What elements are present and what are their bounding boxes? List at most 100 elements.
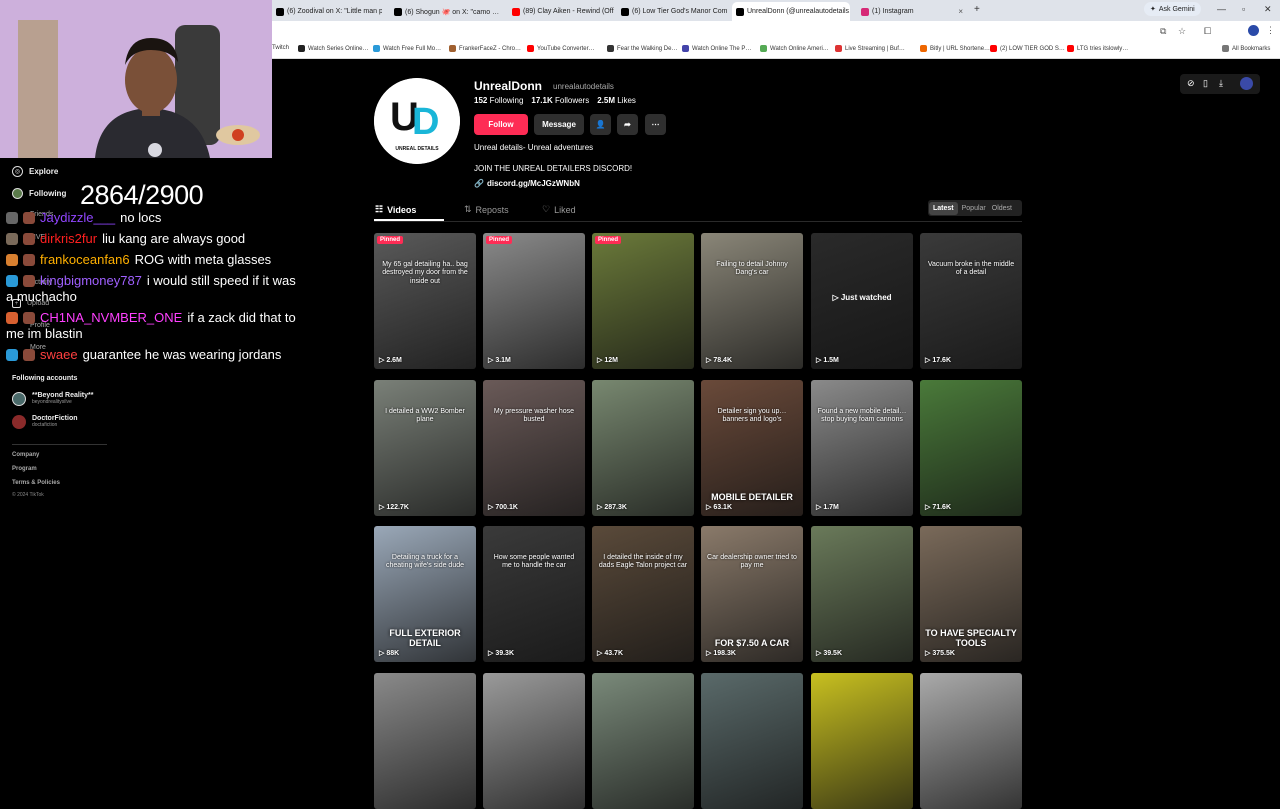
video-tile[interactable]: ▷ 39.5K bbox=[811, 526, 913, 662]
following-stat[interactable]: 152 Following bbox=[474, 96, 523, 105]
download-icon[interactable]: ⤓ bbox=[1219, 78, 1223, 89]
share-button[interactable]: ➦ bbox=[617, 114, 638, 135]
video-tile[interactable] bbox=[483, 673, 585, 809]
bookmark-favicon-icon bbox=[607, 45, 614, 52]
video-tile[interactable]: Found a new mobile detail… stop buying f… bbox=[811, 380, 913, 516]
bookmark-item[interactable]: Watch Free Full Mo… bbox=[373, 45, 441, 52]
sidebar-item-following[interactable]: Following bbox=[12, 188, 66, 199]
add-friend-button[interactable]: 👤 bbox=[590, 114, 611, 135]
browser-tab[interactable]: (1) Instagram × bbox=[857, 2, 967, 21]
sort-popular-button[interactable]: Popular bbox=[958, 205, 990, 212]
video-tile[interactable]: ▷ Just watched ▷ 1.5M bbox=[811, 233, 913, 369]
bookmark-star-icon[interactable]: ☆ bbox=[1178, 26, 1186, 37]
chat-username[interactable]: CH1NA_NVMBER_ONE bbox=[40, 310, 182, 325]
video-tile[interactable]: I detailed the inside of my dads Eagle T… bbox=[592, 526, 694, 662]
video-tile[interactable]: Pinned ▷ 12M bbox=[592, 233, 694, 369]
minimize-icon[interactable]: — bbox=[1217, 4, 1226, 14]
profile-avatar[interactable]: U D UNREAL DETAILS bbox=[374, 78, 460, 164]
browser-tab[interactable]: (6) Zoodival on X: "Little man p…× bbox=[272, 2, 382, 21]
tab-reposts[interactable]: ⇅ Reposts bbox=[464, 204, 509, 215]
browser-tab[interactable]: (89) Clay Aiken - Rewind (Offici…× bbox=[508, 2, 614, 21]
chat-username[interactable]: frankoceanfan6 bbox=[40, 252, 130, 267]
bookmark-item[interactable]: Live Streaming | Buf… bbox=[835, 45, 905, 52]
video-tile[interactable]: My pressure washer hose busted ▷ 700.1K bbox=[483, 380, 585, 516]
following-account-item[interactable]: **Beyond Reality** beyondrealitysilve bbox=[12, 392, 93, 406]
tab-liked[interactable]: ♡ Liked bbox=[542, 204, 576, 215]
svg-text:UNREAL DETAILS: UNREAL DETAILS bbox=[395, 146, 439, 152]
sort-oldest-button[interactable]: Oldest bbox=[990, 205, 1014, 212]
view-count: ▷ 78.4K bbox=[706, 357, 733, 364]
chat-badge-icon bbox=[6, 253, 18, 266]
bookmark-item[interactable]: Watch Online The P… bbox=[682, 45, 751, 52]
maximize-icon[interactable]: ▫ bbox=[1242, 4, 1245, 14]
profile-avatar-icon[interactable] bbox=[1248, 25, 1259, 36]
video-tile[interactable]: Vacuum broke in the middle of a detail ▷ … bbox=[920, 233, 1022, 369]
sort-latest-button[interactable]: Latest bbox=[929, 201, 958, 215]
video-tile[interactable]: Detailer sign you up… banners and logo's… bbox=[701, 380, 803, 516]
video-tile[interactable]: Pinned My 65 gal detailing ha.. bag destr… bbox=[374, 233, 476, 369]
bookmark-favicon-icon bbox=[682, 45, 689, 52]
bookmark-item[interactable]: (2) LOW TIER GOD S… bbox=[990, 45, 1065, 52]
compass-icon[interactable]: ⊘ bbox=[1187, 78, 1195, 89]
bookmark-item[interactable]: Fear the Walking De… bbox=[607, 45, 677, 52]
tab-videos[interactable]: ☷ Videos bbox=[375, 204, 416, 215]
bookmark-item[interactable]: Watch Online Ameri… bbox=[760, 45, 829, 52]
bookmark-item[interactable]: Bitly | URL Shortene… bbox=[920, 45, 990, 52]
new-tab-icon[interactable]: + bbox=[974, 4, 980, 15]
extension-icon[interactable]: ⧠ bbox=[1204, 26, 1211, 37]
extensions-icon[interactable]: ⧉ bbox=[1160, 26, 1166, 37]
profile-link[interactable]: 🔗 discord.gg/McJGzWNbN bbox=[474, 179, 580, 188]
user-avatar[interactable] bbox=[1240, 77, 1253, 90]
bookmark-label: Watch Free Full Mo… bbox=[383, 45, 442, 52]
chat-text: liu kang are always good bbox=[102, 231, 246, 246]
chat-username[interactable]: Jaydizzle___ bbox=[40, 210, 115, 225]
footer-company-link[interactable]: Company bbox=[12, 452, 39, 458]
chat-message: swaee guarantee he was wearing jordans bbox=[6, 347, 281, 362]
bookmark-item[interactable]: YouTube Converter… bbox=[527, 45, 595, 52]
bookmark-item[interactable]: FrankerFaceZ - Chro… bbox=[449, 45, 521, 52]
chat-username[interactable]: swaee bbox=[40, 347, 78, 362]
bookmark-item[interactable]: All Bookmarks bbox=[1222, 45, 1270, 52]
video-overlay-text: FULL EXTERIOR DETAIL bbox=[389, 628, 461, 648]
tab-close-icon[interactable]: × bbox=[958, 7, 963, 16]
video-tile[interactable]: TO HAVE SPECIALTY TOOLS ▷ 375.5K bbox=[920, 526, 1022, 662]
menu-kebab-icon[interactable]: ⋮ bbox=[1266, 25, 1275, 36]
close-window-icon[interactable]: ✕ bbox=[1264, 4, 1272, 15]
footer-terms-link[interactable]: Terms & Policies bbox=[12, 480, 60, 486]
chat-username[interactable]: kingbigmoney787 bbox=[40, 273, 142, 288]
video-tile[interactable]: Car dealership owner tried to pay me FOR … bbox=[701, 526, 803, 662]
bookmark-item[interactable]: Twitch bbox=[272, 45, 289, 51]
video-tile[interactable]: Pinned ▷ 3.1M bbox=[483, 233, 585, 369]
stream-counter: 2864/2900 bbox=[80, 180, 204, 210]
video-tile[interactable] bbox=[811, 673, 913, 809]
video-tile[interactable] bbox=[374, 673, 476, 809]
browser-tab[interactable]: (6) Shogun 🐙 on X: "camo …× bbox=[390, 2, 500, 21]
video-tile[interactable]: ▷ 287.3K bbox=[592, 380, 694, 516]
following-accounts-header: Following accounts bbox=[12, 375, 78, 382]
bookmark-item[interactable]: Watch Series Online… bbox=[298, 45, 368, 52]
chat-badge-icon bbox=[6, 348, 18, 361]
chat-username[interactable]: dirkris2fur bbox=[40, 231, 97, 246]
browser-tab[interactable]: UnrealDonn (@unrealautodetails…× bbox=[732, 2, 850, 21]
browser-tab[interactable]: (6) Low Tier God's Manor Com…× bbox=[617, 2, 727, 21]
follow-button[interactable]: Follow bbox=[474, 114, 528, 135]
video-tile[interactable] bbox=[920, 673, 1022, 809]
more-options-button[interactable]: ⋯ bbox=[645, 114, 666, 135]
ask-gemini-button[interactable]: ✦ Ask Gemini bbox=[1144, 2, 1201, 16]
repost-icon: ⇅ bbox=[464, 204, 472, 214]
following-account-item[interactable]: DoctorFiction doctafiction bbox=[12, 415, 78, 429]
video-tile[interactable]: Failing to detail Johnny Dang's car ▷ 78.… bbox=[701, 233, 803, 369]
video-tile[interactable] bbox=[592, 673, 694, 809]
chat-badge-icon bbox=[23, 232, 35, 245]
video-tile[interactable]: Detailing a truck for a cheating wife's … bbox=[374, 526, 476, 662]
footer-program-link[interactable]: Program bbox=[12, 466, 37, 472]
video-tile[interactable]: How some people wanted me to handle the … bbox=[483, 526, 585, 662]
sidebar-item-explore[interactable]: ◎ Explore bbox=[12, 166, 58, 177]
device-icon[interactable]: ▯ bbox=[1203, 78, 1208, 89]
video-tile[interactable]: ▷ 71.6K bbox=[920, 380, 1022, 516]
message-button[interactable]: Message bbox=[534, 114, 584, 135]
followers-stat[interactable]: 17.1K Followers bbox=[531, 96, 589, 105]
bookmark-item[interactable]: LTG tries itslowly… bbox=[1067, 45, 1128, 52]
video-tile[interactable]: I detailed a WW2 Bomber plane ▷ 122.7K bbox=[374, 380, 476, 516]
video-tile[interactable] bbox=[701, 673, 803, 809]
